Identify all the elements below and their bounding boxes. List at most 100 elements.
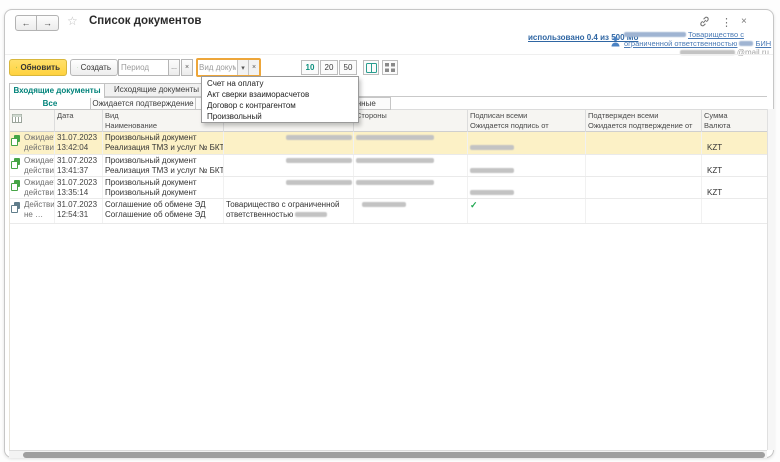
horizontal-scrollbar[interactable] xyxy=(9,450,767,458)
vertical-scrollbar[interactable] xyxy=(767,109,775,450)
header-date[interactable]: Дата xyxy=(55,110,103,133)
cell-counterparty xyxy=(224,177,354,198)
cell-date: 31.07.202313:35:14 xyxy=(55,177,103,198)
cell-kind-name: Соглашение об обмене ЭДСоглашение об обм… xyxy=(103,199,224,223)
cell-date: 31.07.202313:41:37 xyxy=(55,155,103,176)
doc-type-combo: ▾ × xyxy=(196,58,261,77)
cell-amount: KZT xyxy=(702,132,768,154)
tab-incoming-documents[interactable]: Входящие документы xyxy=(9,83,105,98)
table-header-row: Дата ВидНаименование Стороны Подписан вс… xyxy=(10,109,768,132)
table-row[interactable]: Ожидаетсядействие 31.07.202313:42:04 Про… xyxy=(10,132,768,155)
organization-link[interactable]: Товарищество с ограниченной ответственно… xyxy=(624,30,775,48)
menu-item-custom[interactable]: Произвольный xyxy=(202,111,358,122)
doc-type-clear-button[interactable]: × xyxy=(248,60,259,75)
email-suffix: @mail.ru xyxy=(737,48,769,57)
favorite-star-icon[interactable]: ☆ xyxy=(67,14,78,28)
refresh-button[interactable]: Обновить xyxy=(9,59,67,76)
table-row[interactable]: Ожидаетсядействие 31.07.202313:35:14 Про… xyxy=(10,177,768,199)
cell-kind-name: Произвольный документРеализация ТМЗ и ус… xyxy=(103,132,224,154)
redacted-text xyxy=(286,180,352,185)
journal-icon-button[interactable] xyxy=(363,60,379,75)
redacted-text xyxy=(470,168,514,173)
back-icon[interactable]: ← xyxy=(15,15,37,31)
redacted-text xyxy=(362,202,406,207)
table-row[interactable]: Действиене … 31.07.202312:54:31 Соглашен… xyxy=(10,199,768,224)
more-menu-icon[interactable]: ⋮ xyxy=(721,16,732,29)
cell-date: 31.07.202313:42:04 xyxy=(55,132,103,154)
cell-counterparty: Товарищество с ограниченной ответственно… xyxy=(224,199,354,223)
row-status: Действиене … xyxy=(10,199,55,223)
header-confirmed[interactable]: Подтвержден всемиОжидается подтверждение… xyxy=(586,110,702,133)
page-size-50-button[interactable]: 50 xyxy=(339,60,357,75)
header-parties[interactable]: Стороны xyxy=(354,110,468,133)
doc-type-input[interactable] xyxy=(198,60,237,75)
row-status: Ожидаетсядействие xyxy=(10,155,55,176)
cell-parties xyxy=(354,155,468,176)
copy-link-icon[interactable] xyxy=(699,16,710,30)
storage-usage-link[interactable]: использовано 0.4 из 500 Мб xyxy=(528,33,638,42)
cell-amount xyxy=(702,199,768,223)
grid-icon xyxy=(385,63,395,72)
period-input[interactable] xyxy=(118,59,169,76)
redacted-text xyxy=(470,145,514,150)
table-row[interactable]: Ожидаетсядействие 31.07.202313:41:37 Про… xyxy=(10,155,768,177)
org-link-text[interactable]: Товарищество с xyxy=(688,30,744,39)
filter-awaiting-confirmation[interactable]: Ожидается подтверждение xyxy=(90,97,196,110)
cell-counterparty xyxy=(224,132,354,154)
redacted-text xyxy=(356,135,434,140)
cell-parties xyxy=(354,177,468,198)
cell-signed xyxy=(468,155,586,176)
menu-item-contract[interactable]: Договор с контрагентом xyxy=(202,100,358,111)
org-bin-label[interactable]: БИН xyxy=(755,39,771,48)
period-clear-button[interactable]: × xyxy=(181,59,193,76)
cell-amount: KZT xyxy=(702,155,768,176)
cell-kind-name: Произвольный документПроизвольный докуме… xyxy=(103,177,224,198)
user-icon xyxy=(611,34,620,52)
org-link-text[interactable]: ограниченной ответственностью xyxy=(624,39,737,48)
filter-all[interactable]: Все xyxy=(9,97,91,110)
cell-parties xyxy=(354,132,468,154)
cell-parties xyxy=(354,199,468,223)
redacted-text xyxy=(356,158,434,163)
cell-date: 31.07.202312:54:31 xyxy=(55,199,103,223)
refresh-icon xyxy=(16,63,17,72)
column-settings-header[interactable] xyxy=(10,110,55,133)
nav-buttons: ← → xyxy=(15,15,59,31)
redacted-text xyxy=(470,190,514,195)
user-email: @mail.ru xyxy=(680,48,769,57)
page-size-20-button[interactable]: 20 xyxy=(320,60,338,75)
view-settings-button[interactable] xyxy=(382,60,398,75)
cell-signed: ✓ xyxy=(468,199,586,223)
header-amount[interactable]: СуммаВалюта xyxy=(702,110,768,133)
redacted-text xyxy=(286,158,352,163)
menu-item-invoice[interactable]: Счет на оплату xyxy=(202,78,358,89)
tab-outgoing-documents[interactable]: Исходящие документы xyxy=(104,83,209,97)
forward-icon[interactable]: → xyxy=(37,15,59,31)
plus-icon xyxy=(77,63,78,72)
create-button[interactable]: Создать xyxy=(70,59,118,76)
refresh-label: Обновить xyxy=(20,63,60,72)
cell-counterparty xyxy=(224,155,354,176)
cell-kind-name: Произвольный документРеализация ТМЗ и ус… xyxy=(103,155,224,176)
redacted-text xyxy=(739,41,753,46)
document-exchange-icon xyxy=(11,135,21,146)
period-select-button[interactable]: ... xyxy=(168,59,180,76)
cell-confirmed xyxy=(586,132,702,154)
cell-confirmed xyxy=(586,177,702,198)
redacted-text xyxy=(295,212,327,217)
column-settings-icon xyxy=(12,114,22,123)
redacted-text xyxy=(286,135,352,140)
cell-amount: KZT xyxy=(702,177,768,198)
app-window: ← → ☆ Список документов ⋮ × использовано… xyxy=(4,9,774,458)
scrollbar-thumb[interactable] xyxy=(23,452,765,458)
header-signed[interactable]: Подписан всемиОжидается подпись от xyxy=(468,110,586,133)
redacted-text xyxy=(356,180,434,185)
document-exchange-icon xyxy=(11,158,21,169)
cell-confirmed xyxy=(586,199,702,223)
divider xyxy=(5,54,773,55)
chevron-down-icon[interactable]: ▾ xyxy=(237,60,248,75)
page-title: Список документов xyxy=(89,15,201,27)
menu-item-reconciliation-act[interactable]: Акт сверки взаиморасчетов xyxy=(202,89,358,100)
close-icon[interactable]: × xyxy=(741,16,747,27)
page-size-10-button[interactable]: 10 xyxy=(301,60,319,75)
